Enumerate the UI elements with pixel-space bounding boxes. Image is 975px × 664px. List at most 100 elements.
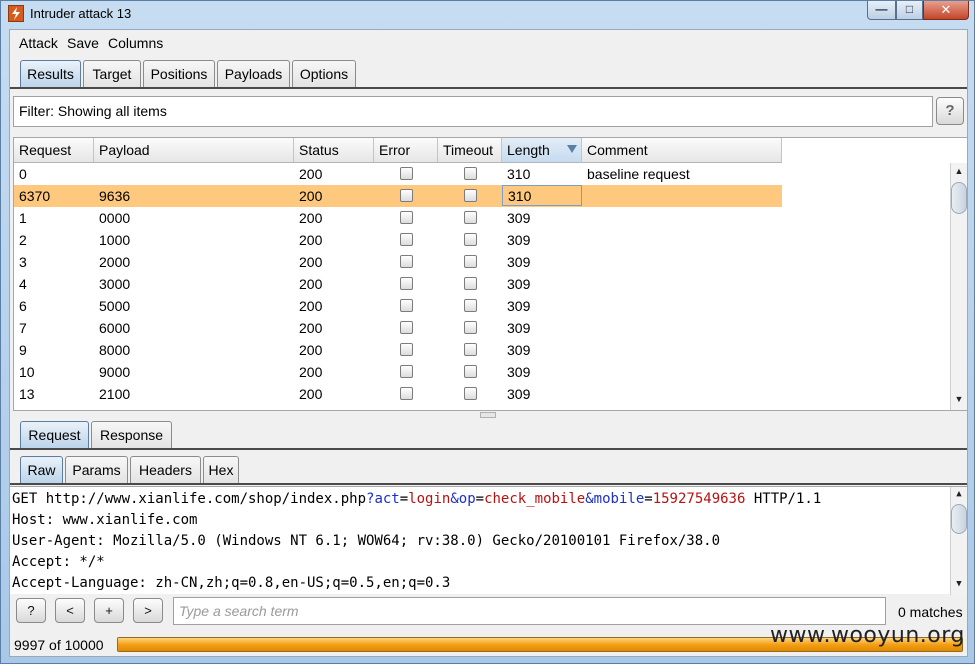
timeout-checkbox[interactable] xyxy=(464,211,477,224)
menu-save[interactable]: Save xyxy=(67,35,99,51)
tab-target[interactable]: Target xyxy=(83,60,141,87)
editor-scroll-thumb[interactable] xyxy=(951,504,967,534)
tab-options[interactable]: Options xyxy=(292,60,356,87)
search-input[interactable] xyxy=(173,597,886,625)
timeout-checkbox[interactable] xyxy=(464,233,477,246)
error-checkbox[interactable] xyxy=(400,365,413,378)
param-value-act: login xyxy=(408,491,451,507)
cell-payload: 3000 xyxy=(99,276,131,292)
split-pane-divider-handle[interactable] xyxy=(480,412,496,418)
minimize-button[interactable]: — xyxy=(867,1,896,20)
table-row[interactable]: 4 3000 200 309 xyxy=(14,273,782,295)
title-bar[interactable]: Intruder attack 13 — □ ✕ xyxy=(1,1,974,27)
table-scroll-thumb[interactable] xyxy=(951,182,967,214)
table-row[interactable]: 10 9000 200 309 xyxy=(14,361,782,383)
filter-help-button[interactable]: ? xyxy=(936,97,964,125)
error-checkbox[interactable] xyxy=(400,387,413,400)
timeout-checkbox[interactable] xyxy=(464,387,477,400)
burp-app-icon xyxy=(8,5,24,22)
table-header: Request Payload Status Error Timeout Len… xyxy=(14,138,782,163)
cell-payload: 2000 xyxy=(99,254,131,270)
column-header-status[interactable]: Status xyxy=(294,138,374,163)
menu-attack[interactable]: Attack xyxy=(19,35,58,51)
cell-length: 309 xyxy=(507,276,531,292)
table-row[interactable]: 0 200 310 baseline request xyxy=(14,163,782,185)
column-header-length[interactable]: Length xyxy=(502,138,582,163)
close-button[interactable]: ✕ xyxy=(923,1,969,20)
error-checkbox[interactable] xyxy=(400,189,413,202)
search-help-button[interactable]: ? xyxy=(16,598,46,623)
cell-length: 310 xyxy=(507,166,531,182)
table-row[interactable]: 6 5000 200 309 xyxy=(14,295,782,317)
scroll-up-icon[interactable]: ▲ xyxy=(951,166,967,180)
table-row[interactable]: 3 2000 200 309 xyxy=(14,251,782,273)
cell-length: 309 xyxy=(507,320,531,336)
error-checkbox[interactable] xyxy=(400,167,413,180)
cell-length: 309 xyxy=(507,210,531,226)
tab-request[interactable]: Request xyxy=(20,421,89,448)
error-checkbox[interactable] xyxy=(400,233,413,246)
column-header-timeout[interactable]: Timeout xyxy=(438,138,502,163)
error-checkbox[interactable] xyxy=(400,211,413,224)
editor-scroll-up-icon[interactable]: ▲ xyxy=(951,489,967,503)
timeout-checkbox[interactable] xyxy=(464,299,477,312)
tab-results[interactable]: Results xyxy=(20,60,81,87)
cell-status: 200 xyxy=(299,254,323,270)
cell-length: 309 xyxy=(507,386,531,402)
menu-columns[interactable]: Columns xyxy=(108,35,163,51)
table-row[interactable]: 7 6000 200 309 xyxy=(14,317,782,339)
client-area: Attack Save Columns Results Target Posit… xyxy=(9,29,968,657)
header-host: Host: www.xianlife.com xyxy=(12,512,198,528)
timeout-checkbox[interactable] xyxy=(464,189,477,202)
tab-raw[interactable]: Raw xyxy=(20,456,63,483)
cell-status: 200 xyxy=(299,342,323,358)
scroll-down-icon[interactable]: ▼ xyxy=(951,394,967,408)
search-previous-button[interactable]: < xyxy=(55,598,85,623)
table-row[interactable]: 6370 9636 200 310 xyxy=(14,185,782,207)
column-header-comment[interactable]: Comment xyxy=(582,138,782,163)
filter-bar[interactable]: Filter: Showing all items xyxy=(13,96,933,127)
equals-sign: = xyxy=(399,491,409,507)
error-checkbox[interactable] xyxy=(400,277,413,290)
column-header-payload[interactable]: Payload xyxy=(94,138,294,163)
raw-request-editor[interactable]: GET http://www.xianlife.com/shop/index.p… xyxy=(10,486,967,595)
tab-params[interactable]: Params xyxy=(65,456,128,483)
timeout-checkbox[interactable] xyxy=(464,321,477,334)
column-header-request[interactable]: Request xyxy=(14,138,94,163)
table-row[interactable]: 1 0000 200 309 xyxy=(14,207,782,229)
maximize-button[interactable]: □ xyxy=(896,1,923,20)
timeout-checkbox[interactable] xyxy=(464,167,477,180)
param-name-mobile: mobile xyxy=(593,491,645,507)
error-checkbox[interactable] xyxy=(400,299,413,312)
error-checkbox[interactable] xyxy=(400,343,413,356)
table-row[interactable]: 13 2100 200 309 xyxy=(14,383,782,405)
cell-request: 0 xyxy=(19,166,27,182)
tab-response[interactable]: Response xyxy=(91,421,172,448)
error-checkbox[interactable] xyxy=(400,321,413,334)
tab-headers[interactable]: Headers xyxy=(130,456,201,483)
timeout-checkbox[interactable] xyxy=(464,277,477,290)
cell-comment: baseline request xyxy=(587,166,690,182)
cell-payload: 2100 xyxy=(99,386,131,402)
search-next-button[interactable]: > xyxy=(133,598,163,623)
search-add-button[interactable]: + xyxy=(94,598,124,623)
cell-length: 309 xyxy=(507,342,531,358)
view-tab-divider xyxy=(10,483,967,485)
editor-scrollbar[interactable]: ▲ ▼ xyxy=(950,487,967,595)
detail-tab-divider xyxy=(10,448,967,450)
editor-scroll-down-icon[interactable]: ▼ xyxy=(951,579,967,593)
column-header-error[interactable]: Error xyxy=(374,138,438,163)
ampersand: & xyxy=(585,491,594,507)
table-row[interactable]: 2 1000 200 309 xyxy=(14,229,782,251)
table-row[interactable]: 9 8000 200 309 xyxy=(14,339,782,361)
timeout-checkbox[interactable] xyxy=(464,343,477,356)
column-header-length-label: Length xyxy=(507,142,550,158)
tab-positions[interactable]: Positions xyxy=(143,60,215,87)
cell-payload: 9000 xyxy=(99,364,131,380)
timeout-checkbox[interactable] xyxy=(464,365,477,378)
tab-payloads[interactable]: Payloads xyxy=(217,60,290,87)
tab-hex[interactable]: Hex xyxy=(203,456,239,483)
error-checkbox[interactable] xyxy=(400,255,413,268)
timeout-checkbox[interactable] xyxy=(464,255,477,268)
table-scrollbar[interactable]: ▲ ▼ xyxy=(950,163,967,410)
